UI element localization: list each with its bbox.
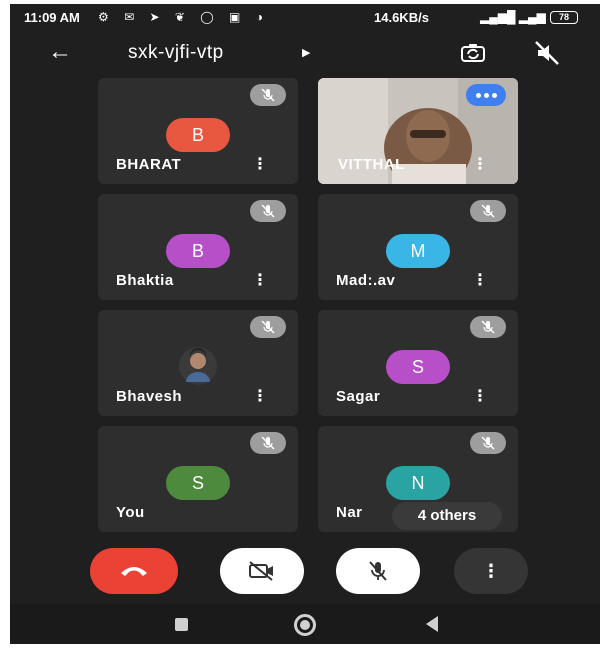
speaker-off-icon[interactable] — [532, 38, 562, 68]
mic-muted-icon — [250, 316, 286, 338]
battery-icon: 78 — [550, 11, 578, 24]
participant-tile-bhaktia[interactable]: B Bhaktia ⋮ — [98, 194, 298, 300]
participant-name: Mad:.av — [336, 272, 396, 289]
participant-menu-icon[interactable]: ⋮ — [472, 386, 488, 406]
participant-name: Sagar — [336, 388, 381, 405]
status-bar: 11:09 AM ⚙ ✉ ➤ ❦ ◯ ▣ ◑ 14.6KB/s ▂▄▆█ ▂▄▆… — [10, 4, 600, 32]
participant-menu-icon[interactable]: ⋮ — [252, 154, 268, 174]
participant-tile-bharat[interactable]: B BHARAT ⋮ — [98, 78, 298, 184]
network-speed: 14.6KB/s — [374, 10, 429, 25]
phone-screen: 11:09 AM ⚙ ✉ ➤ ❦ ◯ ▣ ◑ 14.6KB/s ▂▄▆█ ▂▄▆… — [10, 4, 600, 644]
participant-tile-you[interactable]: S You — [98, 426, 298, 532]
mic-off-icon — [369, 561, 387, 581]
signal-icon: ▂▄▆█ ▂▄▆ — [480, 10, 546, 24]
end-call-icon — [121, 567, 147, 576]
end-call-button[interactable] — [90, 548, 178, 594]
mic-muted-icon — [470, 316, 506, 338]
participant-menu-icon[interactable]: ⋮ — [472, 270, 488, 290]
mic-muted-icon — [250, 84, 286, 106]
avatar: S — [386, 350, 450, 384]
participant-name: You — [116, 504, 145, 521]
more-options-button[interactable]: ⋮ — [454, 548, 528, 594]
mic-muted-icon — [470, 432, 506, 454]
participant-name: VITTHAL — [338, 156, 405, 173]
participant-menu-icon[interactable]: ⋮ — [252, 270, 268, 290]
participant-tile-bhavesh[interactable]: Bhavesh ⋮ — [98, 310, 298, 416]
back-icon[interactable] — [426, 616, 438, 632]
camera-off-icon — [249, 561, 273, 581]
others-count-badge[interactable]: 4 others — [392, 502, 502, 530]
participant-menu-icon[interactable]: ⋮ — [472, 154, 488, 174]
speaking-indicator-icon — [466, 84, 506, 106]
avatar: N — [386, 466, 450, 500]
mic-toggle-button[interactable] — [336, 548, 420, 594]
profile-photo-avatar — [179, 347, 217, 385]
participant-name: Bhavesh — [116, 388, 183, 405]
mic-muted-icon — [470, 200, 506, 222]
meeting-header: ← sxk-vjfi-vtp ▶ — [10, 34, 600, 76]
mic-muted-icon — [250, 432, 286, 454]
participant-name: BHARAT — [116, 156, 182, 173]
camera-toggle-button[interactable] — [220, 548, 304, 594]
participant-menu-icon[interactable]: ⋮ — [252, 386, 268, 406]
caret-right-icon[interactable]: ▶ — [302, 46, 310, 59]
avatar: S — [166, 466, 230, 500]
navigation-bar — [10, 604, 600, 644]
meeting-code[interactable]: sxk-vjfi-vtp — [128, 42, 224, 64]
avatar: M — [386, 234, 450, 268]
participant-tile-sagar[interactable]: S Sagar ⋮ — [318, 310, 518, 416]
notification-icons: ⚙ ✉ ➤ ❦ ◯ ▣ ◑ — [98, 10, 269, 24]
status-time: 11:09 AM — [24, 10, 80, 25]
switch-camera-icon[interactable] — [458, 38, 488, 68]
mic-muted-icon — [250, 200, 286, 222]
participant-tile-vitthal[interactable]: VITTHAL ⋮ — [318, 78, 518, 184]
home-icon[interactable] — [294, 614, 316, 636]
participant-name: Bhaktia — [116, 272, 174, 289]
participant-tile-madhav[interactable]: M Mad:.av ⋮ — [318, 194, 518, 300]
avatar: B — [166, 118, 230, 152]
avatar: B — [166, 234, 230, 268]
recents-icon[interactable] — [175, 618, 188, 631]
participant-name: Nar — [336, 504, 363, 521]
back-arrow-icon[interactable]: ← — [48, 38, 72, 66]
